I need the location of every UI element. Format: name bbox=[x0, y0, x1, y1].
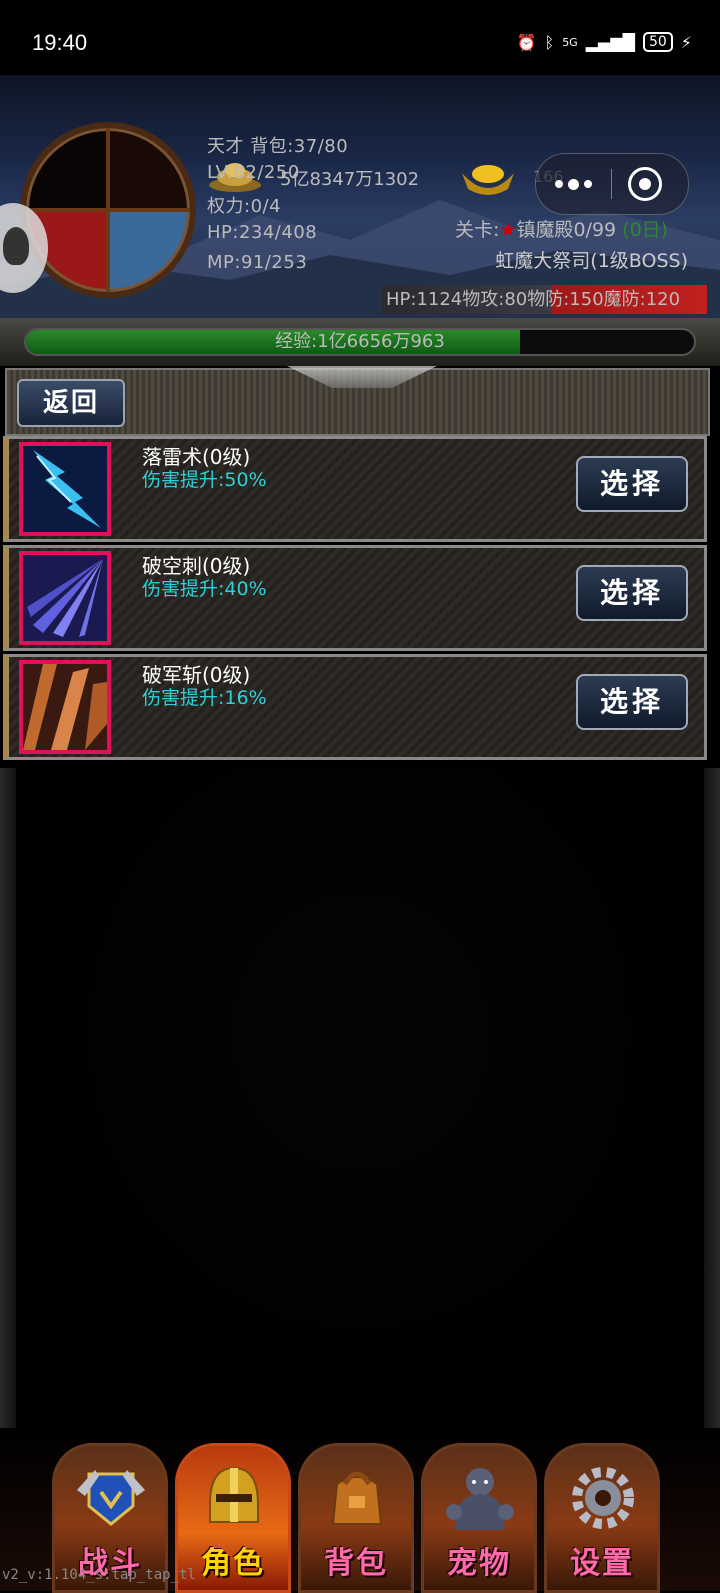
more-button[interactable] bbox=[536, 154, 611, 214]
charging-icon: ⚡ bbox=[680, 32, 692, 52]
battle-icon bbox=[77, 1470, 145, 1526]
stat-power: 权力:0/4 bbox=[207, 196, 282, 217]
network-label: 5G bbox=[562, 35, 578, 49]
exp-bar: 经验:1亿6656万963 bbox=[24, 328, 696, 356]
select-skill-button[interactable]: 选择 bbox=[576, 674, 688, 730]
skill-effect: 伤害提升:50% bbox=[142, 469, 267, 491]
slash-icon bbox=[19, 660, 111, 754]
boss-stats: HP:1124物攻:80物防:150魔防:120 bbox=[382, 285, 707, 314]
content-area bbox=[0, 768, 720, 1428]
skill-effect: 伤害提升:16% bbox=[142, 687, 267, 709]
tab-label: 宠物 bbox=[447, 1546, 511, 1581]
skill-row: 破空刺(0级) 伤害提升:40% 选择 bbox=[3, 545, 707, 651]
boss-name: 虹魔大祭司(1级BOSS) bbox=[495, 250, 688, 272]
bluetooth-icon: ᛒ bbox=[544, 32, 555, 52]
battery-icon: 50 bbox=[642, 32, 673, 52]
version-text: v2_v:1.104_s:tap_tap_tl bbox=[2, 1567, 196, 1583]
stage-name: 镇魔殿0/99 bbox=[516, 219, 617, 241]
star-icon: ★ bbox=[499, 219, 517, 241]
stat-talent-bag: 天才 背包:37/80 bbox=[207, 136, 349, 157]
skill-row: 破军斩(0级) 伤害提升:16% 选择 bbox=[3, 654, 707, 760]
stage-label: 关卡: bbox=[455, 219, 500, 241]
tab-settings[interactable]: 设置 bbox=[544, 1443, 660, 1593]
skill-row: 落雷术(0级) 伤害提升:50% 选择 bbox=[3, 436, 707, 542]
lightning-icon bbox=[19, 442, 111, 536]
bag-icon bbox=[331, 1471, 383, 1525]
close-button[interactable] bbox=[628, 167, 662, 201]
exp-text: 经验:1亿6656万963 bbox=[275, 331, 445, 352]
skill-effect: 伤害提升:40% bbox=[142, 578, 267, 600]
ornament bbox=[287, 366, 437, 388]
stat-level: LV:82/250 bbox=[207, 162, 300, 183]
gear-icon bbox=[572, 1467, 634, 1529]
tab-pet[interactable]: 宠物 bbox=[421, 1443, 537, 1593]
toolbar: 返回 bbox=[5, 366, 710, 436]
select-skill-button[interactable]: 选择 bbox=[576, 565, 688, 621]
stat-mp: MP:91/253 bbox=[207, 252, 308, 273]
tab-label: 背包 bbox=[324, 1546, 388, 1581]
status-bar: 19:40 ⏰ ᛒ 5G ▂▄▆█ 50 ⚡ bbox=[0, 0, 720, 75]
helmet-icon bbox=[209, 1466, 259, 1523]
exp-frame: 经验:1亿6656万963 bbox=[0, 318, 720, 366]
gold-amount: 5亿8347万1302 bbox=[280, 169, 420, 190]
tab-bag[interactable]: 背包 bbox=[298, 1443, 414, 1593]
avatar[interactable] bbox=[20, 122, 196, 298]
alarm-icon: ⏰ bbox=[516, 32, 537, 52]
select-skill-button[interactable]: 选择 bbox=[576, 456, 688, 512]
status-time: 19:40 bbox=[32, 30, 88, 55]
mini-program-capsule bbox=[535, 153, 689, 215]
stage-info: 关卡:★镇魔殿0/99 (0日) bbox=[455, 215, 668, 242]
player-header: 5亿8347万1302 166 天才 背包:37/80 LV:82/250 权力… bbox=[0, 75, 720, 320]
spear-burst-icon bbox=[19, 551, 111, 645]
tab-label: 设置 bbox=[570, 1546, 634, 1581]
status-icons: ⏰ ᛒ 5G ▂▄▆█ 50 ⚡ bbox=[517, 32, 692, 52]
stage-extra: (0日) bbox=[622, 219, 669, 241]
stat-hp: HP:234/408 bbox=[207, 222, 318, 243]
signal-icon: ▂▄▆█ bbox=[585, 32, 635, 52]
gold-ingot-icon bbox=[462, 165, 514, 195]
gorilla-icon bbox=[446, 1468, 514, 1530]
back-button[interactable]: 返回 bbox=[17, 379, 125, 427]
